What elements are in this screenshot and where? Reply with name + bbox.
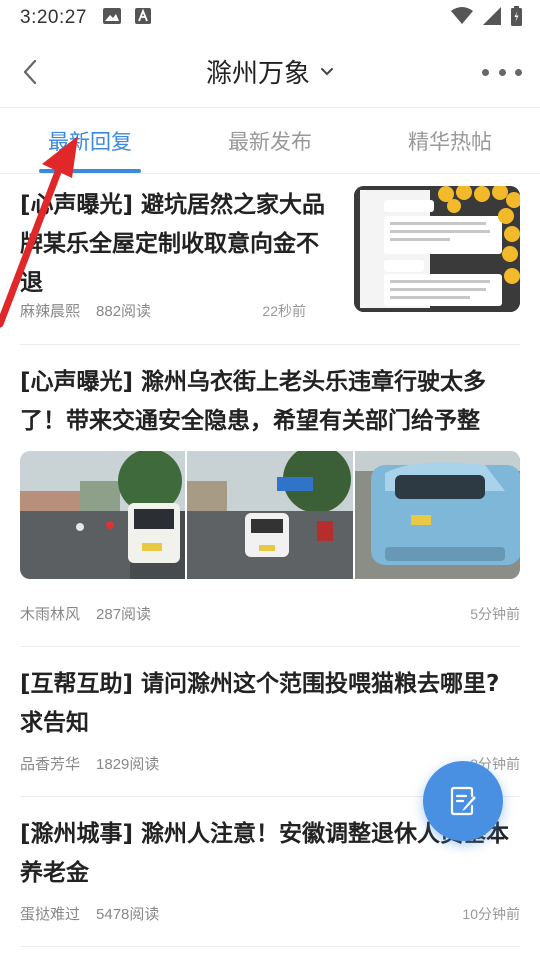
more-button[interactable] bbox=[482, 60, 522, 84]
battery-icon bbox=[511, 6, 522, 30]
post-image[interactable] bbox=[20, 451, 186, 579]
post-image[interactable] bbox=[354, 451, 520, 579]
tab-latest-posts[interactable]: 最新发布 bbox=[180, 108, 360, 173]
status-bar: 3:20:27 bbox=[0, 0, 540, 36]
nav-bar: 滁州万象 bbox=[0, 36, 540, 108]
page-title: 滁州万象 bbox=[205, 59, 310, 89]
post-reads: 5478阅读 bbox=[96, 906, 160, 923]
post-title: [互帮互助] 请问滁州这个范围投喂猫粮去哪里?求告知 bbox=[20, 671, 500, 736]
image-icon bbox=[102, 8, 121, 28]
wifi-icon bbox=[451, 7, 473, 29]
post-time: 10分钟前 bbox=[462, 905, 520, 922]
tab-featured[interactable]: 精华热帖 bbox=[360, 108, 540, 173]
new-post-button[interactable] bbox=[423, 761, 503, 841]
post-author: 麻辣晨熙 bbox=[20, 303, 81, 320]
post-time: 5分钟前 bbox=[470, 605, 520, 622]
tab-bar: 最新回复 最新发布 精华热帖 bbox=[0, 108, 540, 174]
edit-post-icon bbox=[450, 786, 476, 816]
post-image-row bbox=[20, 451, 520, 579]
forum-title-dropdown[interactable]: 滁州万象 bbox=[206, 53, 334, 90]
status-time: 3:20:27 bbox=[20, 7, 87, 28]
back-button[interactable] bbox=[12, 54, 48, 90]
tab-latest-replies[interactable]: 最新回复 bbox=[0, 108, 180, 173]
post-title: [心声曝光] 滁州乌衣街上老头乐违章行驶太多了！带来交通安全隐患，希望有关部门给… bbox=[20, 369, 487, 434]
post-reads: 882阅读 bbox=[96, 303, 152, 320]
post-image[interactable] bbox=[187, 451, 353, 579]
post-reads: 287阅读 bbox=[96, 606, 152, 623]
post-item[interactable]: [心声曝光] 滁州乌衣街上老头乐违章行驶太多了！带来交通安全隐患，希望有关部门给… bbox=[20, 345, 520, 647]
post-author: 蛋挞难过 bbox=[20, 906, 81, 923]
post-thumbnail bbox=[354, 186, 520, 312]
back-arrow-icon bbox=[23, 59, 37, 85]
signal-icon bbox=[483, 7, 501, 29]
more-dots-icon bbox=[482, 68, 489, 76]
post-time: 22秒前 bbox=[262, 302, 306, 319]
post-title: [心声曝光] 避坑居然之家大品牌某乐全屋定制收取意向金不退 bbox=[20, 192, 326, 296]
chevron-down-icon bbox=[321, 67, 333, 75]
font-a-icon bbox=[134, 8, 151, 28]
post-item[interactable]: [心声曝光] 避坑居然之家大品牌某乐全屋定制收取意向金不退 麻辣晨熙 882阅读… bbox=[20, 174, 520, 345]
post-author: 品香芳华 bbox=[20, 756, 81, 773]
post-author: 木雨林风 bbox=[20, 606, 81, 623]
post-reads: 1829阅读 bbox=[96, 756, 160, 773]
